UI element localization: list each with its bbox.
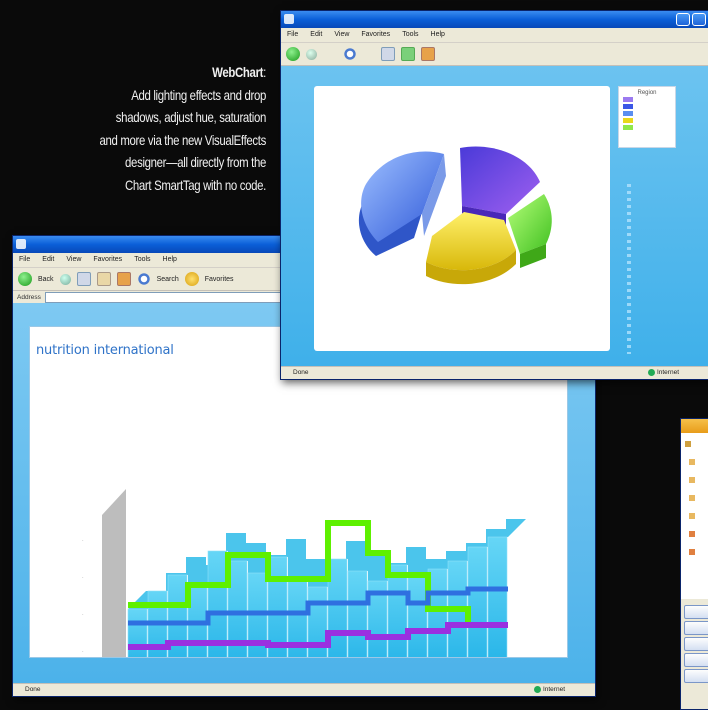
caption-line-3: and more via the new VisualEffects bbox=[99, 132, 266, 148]
y-tick: · bbox=[82, 649, 84, 655]
feature-caption: WebChart: Add lighting effects and drop … bbox=[59, 62, 266, 197]
globe-icon bbox=[533, 685, 541, 693]
home-icon[interactable] bbox=[116, 272, 131, 286]
minimize-button[interactable] bbox=[676, 13, 690, 26]
caption-title: WebChart bbox=[212, 65, 264, 80]
folder-icon bbox=[689, 495, 695, 501]
refresh-icon[interactable] bbox=[401, 47, 415, 61]
favorites-star-icon[interactable] bbox=[184, 272, 199, 286]
menu-edit[interactable]: Edit bbox=[310, 28, 322, 42]
y-tick: · bbox=[82, 538, 84, 544]
caption-line-2: shadows, adjust hue, saturation bbox=[115, 110, 267, 125]
menu-view[interactable]: View bbox=[334, 28, 349, 42]
status-zone-label: Internet bbox=[542, 686, 565, 693]
pie-chart-panel bbox=[314, 86, 610, 351]
forward-arrow-icon[interactable] bbox=[306, 48, 317, 60]
folder-icon bbox=[689, 513, 695, 519]
side-window-titlebar[interactable] bbox=[681, 419, 708, 433]
bar-3d-face bbox=[467, 546, 488, 657]
legend-item bbox=[623, 103, 675, 110]
menu-edit[interactable]: Edit bbox=[42, 253, 54, 267]
y-tick: · bbox=[82, 575, 84, 581]
folder-icon bbox=[689, 531, 695, 537]
folder-icon bbox=[689, 549, 695, 555]
caption-line-4: designer—all directly from the bbox=[125, 155, 266, 170]
side-strip-dots bbox=[627, 184, 631, 354]
back-button-label[interactable]: Back bbox=[38, 276, 54, 283]
menu-tools[interactable]: Tools bbox=[134, 253, 150, 267]
side-window-tree[interactable] bbox=[681, 433, 708, 599]
pie-page-content: Region bbox=[281, 66, 708, 366]
stop-icon[interactable] bbox=[381, 47, 395, 61]
menu-file[interactable]: File bbox=[19, 253, 30, 267]
y-tick: · bbox=[82, 612, 84, 618]
ie-icon bbox=[16, 239, 26, 249]
caption-line-5: Chart SmartTag with no code. bbox=[124, 177, 266, 193]
bar-window-statusbar: Done Internet bbox=[13, 683, 595, 696]
menu-help[interactable]: Help bbox=[431, 28, 445, 42]
maximize-button[interactable] bbox=[692, 13, 706, 26]
search-icon[interactable] bbox=[136, 272, 151, 286]
bar-3d-face bbox=[347, 570, 368, 657]
stop-icon[interactable] bbox=[76, 272, 91, 286]
side-panel-button[interactable] bbox=[684, 653, 708, 667]
legend-item bbox=[623, 124, 675, 131]
pie-side-strip bbox=[621, 184, 637, 354]
window-controls bbox=[676, 13, 706, 26]
side-panel-button[interactable] bbox=[684, 669, 708, 683]
menu-view[interactable]: View bbox=[66, 253, 81, 267]
pie-legend: Region bbox=[618, 86, 676, 148]
status-zone: Internet bbox=[533, 684, 565, 696]
favorites-button-label[interactable]: Favorites bbox=[205, 276, 234, 283]
side-panel-button[interactable] bbox=[684, 621, 708, 635]
caption-line-1: Add lighting effects and drop bbox=[131, 87, 266, 103]
status-done: Done bbox=[25, 686, 41, 693]
pie-window-statusbar: Done Internet bbox=[281, 366, 708, 379]
bar-3d-face bbox=[407, 576, 428, 657]
menu-file[interactable]: File bbox=[287, 28, 298, 42]
legend-item bbox=[623, 110, 675, 117]
menu-favorites[interactable]: Favorites bbox=[93, 253, 122, 267]
folder-icon bbox=[689, 459, 695, 465]
bar-3d-face bbox=[487, 536, 508, 657]
search-button-label[interactable]: Search bbox=[157, 276, 179, 283]
ie-icon bbox=[284, 14, 294, 24]
status-zone-label: Internet bbox=[656, 369, 679, 376]
pie-window-toolbar bbox=[281, 43, 708, 66]
status-done: Done bbox=[293, 369, 309, 376]
legend-item bbox=[623, 117, 675, 124]
home-icon[interactable] bbox=[421, 47, 435, 61]
bar-3d-face bbox=[387, 564, 408, 657]
side-panel-button[interactable] bbox=[684, 605, 708, 619]
refresh-icon[interactable] bbox=[96, 272, 111, 286]
pie-slice-violet bbox=[460, 146, 540, 214]
caption-title-suffix: : bbox=[263, 65, 266, 80]
legend-item bbox=[623, 96, 675, 103]
folder-icon bbox=[689, 477, 695, 483]
menu-help[interactable]: Help bbox=[163, 253, 177, 267]
menu-favorites[interactable]: Favorites bbox=[361, 28, 390, 42]
search-icon[interactable] bbox=[343, 47, 357, 61]
back-arrow-icon[interactable] bbox=[18, 272, 32, 286]
folder-icon bbox=[685, 441, 691, 447]
pie-window-menubar: File Edit View Favorites Tools Help bbox=[281, 28, 708, 43]
chart-side-wall bbox=[102, 489, 126, 657]
pie-chart-svg bbox=[358, 146, 552, 285]
pie-window-titlebar[interactable] bbox=[281, 11, 708, 28]
side-explorer-window bbox=[680, 418, 708, 710]
back-arrow-icon[interactable] bbox=[286, 47, 300, 61]
status-zone: Internet bbox=[647, 367, 679, 379]
side-panel-button[interactable] bbox=[684, 637, 708, 651]
forward-arrow-icon[interactable] bbox=[59, 273, 71, 285]
pie-chart-browser-window: File Edit View Favorites Tools Help Regi… bbox=[280, 10, 708, 380]
menu-tools[interactable]: Tools bbox=[402, 28, 418, 42]
globe-icon bbox=[647, 368, 655, 376]
